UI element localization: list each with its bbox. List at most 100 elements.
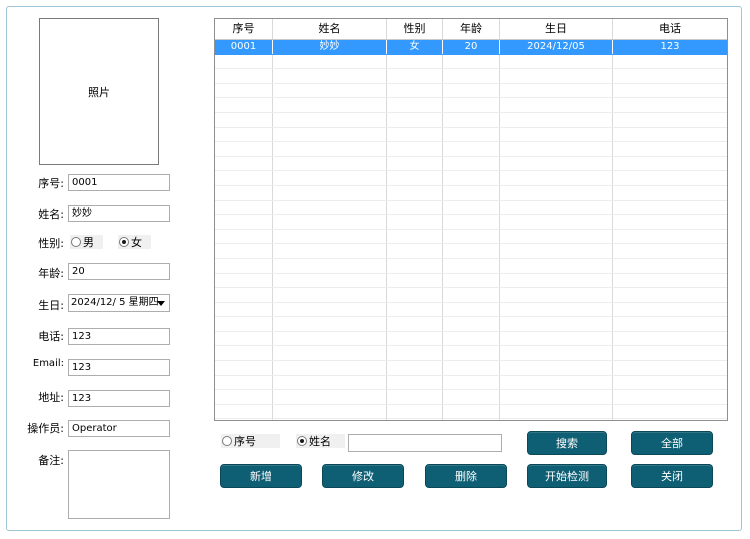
- empty-cell: [613, 346, 727, 360]
- seq-field[interactable]: 0001: [68, 174, 170, 191]
- col-header-seq[interactable]: 序号: [215, 19, 273, 39]
- empty-cell: [387, 419, 443, 420]
- cell-birthday: 2024/12/05: [500, 40, 613, 54]
- search-button[interactable]: 搜索: [527, 431, 607, 455]
- close-button[interactable]: 关闭: [631, 464, 713, 488]
- empty-cell: [273, 142, 387, 156]
- col-header-birthday[interactable]: 生日: [500, 19, 613, 39]
- table-row-empty[interactable]: [215, 258, 727, 274]
- table-row[interactable]: 0001 妙妙 女 20 2024/12/05 123: [215, 40, 727, 55]
- col-header-age[interactable]: 年龄: [443, 19, 500, 39]
- chevron-down-icon[interactable]: [157, 301, 165, 306]
- empty-cell: [500, 331, 613, 346]
- table-row-empty[interactable]: [215, 112, 727, 128]
- table-row-empty[interactable]: [215, 83, 727, 99]
- empty-cell: [443, 375, 500, 390]
- empty-cell: [613, 215, 727, 229]
- birthday-picker[interactable]: 2024/12/ 5 星期四: [68, 294, 170, 312]
- cell-gender: 女: [387, 40, 443, 54]
- table-row-empty[interactable]: [215, 375, 727, 391]
- gender-label: 性别:: [38, 237, 64, 250]
- search-by-seq-radio[interactable]: 序号: [221, 434, 280, 448]
- table-row-empty[interactable]: [215, 390, 727, 405]
- empty-cell: [443, 258, 500, 273]
- table-row-empty[interactable]: [215, 419, 727, 420]
- start-detect-button[interactable]: 开始检测: [527, 464, 607, 488]
- empty-cell: [215, 244, 273, 258]
- empty-cell: [387, 229, 443, 244]
- empty-cell: [443, 361, 500, 375]
- empty-cell: [613, 186, 727, 200]
- records-table[interactable]: 序号 姓名 性别 年龄 生日 电话 0001 妙妙 女 20 2024/12/0…: [214, 18, 728, 421]
- table-row-empty[interactable]: [215, 185, 727, 201]
- empty-cell: [387, 83, 443, 98]
- phone-field[interactable]: 123: [68, 328, 170, 345]
- table-row-empty[interactable]: [215, 127, 727, 143]
- table-row-empty[interactable]: [215, 317, 727, 332]
- empty-cell: [500, 98, 613, 112]
- col-header-name[interactable]: 姓名: [273, 19, 387, 39]
- cell-seq: 0001: [215, 40, 273, 54]
- photo-box[interactable]: 照片: [39, 18, 159, 165]
- search-input[interactable]: [348, 434, 502, 452]
- empty-cell: [215, 390, 273, 404]
- empty-cell: [273, 112, 387, 127]
- table-row-empty[interactable]: [215, 404, 727, 420]
- radio-male-icon: [71, 237, 81, 247]
- table-row-empty[interactable]: [215, 288, 727, 303]
- table-row-empty[interactable]: [215, 273, 727, 289]
- age-field[interactable]: 20: [68, 263, 170, 280]
- gender-male-radio[interactable]: 男: [70, 235, 103, 249]
- table-row-empty[interactable]: [215, 200, 727, 216]
- col-header-phone[interactable]: 电话: [613, 19, 727, 39]
- empty-cell: [500, 346, 613, 361]
- empty-cell: [215, 83, 273, 98]
- table-row-empty[interactable]: [215, 331, 727, 347]
- show-all-button[interactable]: 全部: [631, 431, 713, 455]
- table-row-empty[interactable]: [215, 98, 727, 113]
- table-row-empty[interactable]: [215, 302, 727, 318]
- table-row-empty[interactable]: [215, 54, 727, 70]
- delete-button[interactable]: 删除: [425, 464, 507, 488]
- table-row-empty[interactable]: [215, 69, 727, 84]
- empty-cell: [215, 302, 273, 317]
- table-row-empty[interactable]: [215, 156, 727, 172]
- empty-cell: [215, 54, 273, 69]
- add-button[interactable]: 新增: [220, 464, 302, 488]
- empty-cell: [613, 84, 727, 98]
- empty-cell: [273, 419, 387, 420]
- table-row-empty[interactable]: [215, 142, 727, 157]
- empty-cell: [273, 273, 387, 288]
- gender-female-radio[interactable]: 女: [118, 235, 151, 249]
- empty-cell: [613, 171, 727, 185]
- empty-cell: [613, 288, 727, 302]
- empty-cell: [613, 419, 727, 420]
- empty-cell: [500, 273, 613, 288]
- search-by-name-radio[interactable]: 姓名: [296, 434, 345, 448]
- empty-cell: [443, 317, 500, 331]
- empty-cell: [273, 98, 387, 112]
- edit-button[interactable]: 修改: [322, 464, 404, 488]
- table-row-empty[interactable]: [215, 346, 727, 362]
- table-body: 0001 妙妙 女 20 2024/12/05 123: [215, 40, 727, 420]
- table-row-empty[interactable]: [215, 361, 727, 376]
- notes-field[interactable]: [68, 450, 170, 519]
- table-row-empty[interactable]: [215, 171, 727, 186]
- table-row-empty[interactable]: [215, 244, 727, 259]
- empty-cell: [500, 302, 613, 317]
- name-field[interactable]: 妙妙: [68, 205, 170, 222]
- empty-cell: [443, 127, 500, 142]
- empty-cell: [273, 200, 387, 215]
- empty-cell: [613, 405, 727, 419]
- operator-field[interactable]: Operator: [68, 420, 170, 437]
- empty-cell: [215, 98, 273, 112]
- empty-cell: [215, 127, 273, 142]
- address-field[interactable]: 123: [68, 390, 170, 407]
- empty-cell: [387, 185, 443, 200]
- table-row-empty[interactable]: [215, 215, 727, 230]
- empty-cell: [500, 69, 613, 83]
- email-field[interactable]: 123: [68, 359, 170, 376]
- col-header-gender[interactable]: 性别: [387, 19, 443, 39]
- table-row-empty[interactable]: [215, 229, 727, 245]
- gender-female-label: 女: [131, 236, 142, 249]
